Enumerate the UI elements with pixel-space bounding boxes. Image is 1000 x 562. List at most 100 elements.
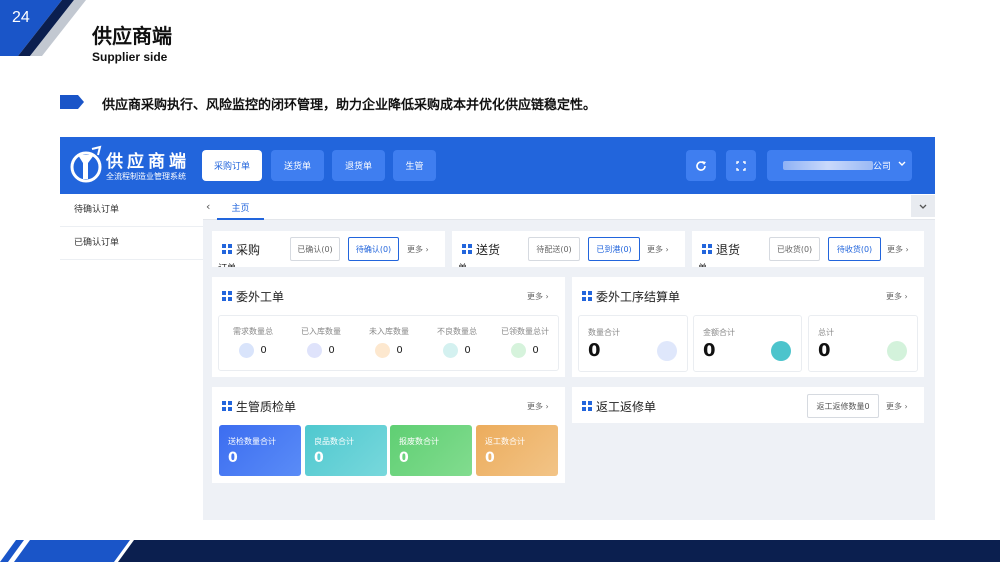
qc-tile-good: 良品数合计 0	[305, 425, 387, 476]
rework-card-title: 返工返修单	[596, 400, 657, 414]
grid-icon	[222, 291, 232, 301]
more-label: 更多	[527, 402, 543, 411]
qc-tile-scrap: 报废数合计 0	[390, 425, 472, 476]
sidebar-item-confirmed-orders[interactable]: 已确认订单	[60, 227, 203, 260]
tab-dropdown-button[interactable]	[911, 195, 935, 217]
nav-return-note[interactable]: 退货单	[332, 150, 385, 181]
settlement-total: 总计 0	[808, 315, 918, 372]
rework-more-link[interactable]: 更多 ›	[886, 401, 908, 412]
yen-icon	[771, 341, 791, 361]
settlement-more-link[interactable]: 更多 ›	[886, 291, 908, 302]
more-label: 更多	[886, 292, 902, 301]
qc-tile-label: 返工数合计	[485, 437, 525, 446]
returns-pending-pill[interactable]: 待收货(0)	[828, 237, 881, 261]
fullscreen-button[interactable]	[726, 150, 756, 181]
stat-value: 0	[396, 345, 403, 356]
settlement-card-title: 委外工序结算单	[596, 290, 681, 304]
delivery-card-title: 送货	[476, 243, 501, 257]
user-company-dropdown[interactable]: 公司	[767, 150, 912, 181]
stat-demand: 需求数量总 0	[219, 326, 287, 358]
more-label: 更多	[407, 245, 423, 254]
returns-card-title-overflow: 单	[698, 261, 707, 267]
nav-delivery-note[interactable]: 送货单	[271, 150, 324, 181]
stat-value: 0	[328, 345, 335, 356]
stat-unstocked: 未入库数量 0	[355, 326, 423, 358]
sum-label: 数量合计	[588, 328, 620, 337]
qc-tile-label: 送检数量合计	[228, 437, 276, 446]
returns-received-pill[interactable]: 已收货(0)	[769, 237, 820, 261]
delivery-more-link[interactable]: 更多 ›	[647, 244, 669, 255]
stat-value: 0	[260, 345, 267, 356]
qc-tile-inspected: 送检数量合计 0	[219, 425, 301, 476]
grid-icon	[222, 401, 232, 411]
nav-production[interactable]: 生管	[393, 150, 436, 181]
stack-icon	[239, 343, 255, 358]
stat-received: 已领数量总计 0	[491, 326, 559, 358]
money-bag-icon	[887, 341, 907, 361]
stat-value: 0	[532, 345, 539, 356]
grid-icon	[582, 401, 592, 411]
stat-label: 已入库数量	[301, 327, 341, 336]
qc-more-link[interactable]: 更多 ›	[527, 401, 549, 412]
bottom-band	[0, 540, 1000, 562]
app-header: 供应商端 全流程制造业管理系统 采购订单 送货单 退货单 生管 公司	[60, 137, 935, 194]
purchase-pending-pill[interactable]: 待确认(0)	[348, 237, 399, 261]
slide-title: 供应商端	[92, 24, 172, 48]
inbox-icon	[307, 343, 323, 358]
refresh-icon	[696, 160, 706, 171]
stat-defective: 不良数量总 0	[423, 326, 491, 358]
qc-tile-value: 0	[314, 450, 324, 466]
bar-chart-icon	[657, 341, 677, 361]
more-label: 更多	[886, 402, 902, 411]
bullet-text: 供应商采购执行、风险监控的闭环管理，助力企业降低采购成本并优化供应链稳定性。	[102, 98, 597, 113]
tab-home[interactable]: 主页	[217, 197, 264, 220]
chart-icon	[443, 343, 459, 358]
outsource-card-title: 委外工单	[236, 290, 285, 304]
settlement-card: 委外工序结算单 更多 › 数量合计 0 金额合计 0 总计 0	[572, 277, 924, 377]
logo-title: 供应商端	[106, 152, 190, 172]
settlement-quantity: 数量合计 0	[578, 315, 688, 372]
more-label: 更多	[527, 292, 543, 301]
purchase-card-title-overflow: 订单	[218, 261, 236, 267]
qc-tile-rework: 返工数合计 0	[476, 425, 558, 476]
stat-value: 0	[464, 345, 471, 356]
fullscreen-icon	[736, 160, 746, 171]
sum-label: 总计	[818, 328, 834, 337]
nav-purchase-order[interactable]: 采购订单	[202, 150, 262, 181]
sum-value: 0	[703, 340, 716, 361]
check-icon	[511, 343, 527, 358]
sidebar: 待确认订单 已确认订单	[60, 194, 203, 520]
settlement-amount: 金额合计 0	[693, 315, 802, 372]
stat-stocked: 已入库数量 0	[287, 326, 355, 358]
app-screenshot: 供应商端 全流程制造业管理系统 采购订单 送货单 退货单 生管 公司 待确认订单…	[60, 137, 935, 520]
outsource-more-link[interactable]: 更多 ›	[527, 291, 549, 302]
purchase-more-link[interactable]: 更多 ›	[407, 244, 429, 255]
purchase-card-title: 采购	[236, 243, 261, 257]
qc-tile-value: 0	[485, 450, 495, 466]
returns-card: 退货 单 已收货(0) 待收货(0) 更多 ›	[692, 231, 924, 267]
more-label: 更多	[647, 245, 663, 254]
refresh-button[interactable]	[686, 150, 716, 181]
redacted-company-name	[783, 161, 873, 170]
company-suffix: 公司	[873, 162, 892, 172]
sum-label: 金额合计	[703, 328, 735, 337]
outsource-stats: 需求数量总 0 已入库数量 0 未入库数量 0 不良数量总 0 已领数量总计 0	[218, 315, 559, 371]
grid-icon	[462, 244, 472, 254]
purchase-card: 采购 订单 已确认(0) 待确认(0) 更多 ›	[212, 231, 445, 267]
bullet-arrow-icon	[60, 95, 84, 109]
outsource-card: 委外工单 更多 › 需求数量总 0 已入库数量 0 未入库数量 0 不良数量总 …	[212, 277, 565, 377]
stat-label: 已领数量总计	[501, 327, 549, 336]
rework-quantity-field[interactable]: 返工返修数量0	[807, 394, 879, 418]
grid-icon	[702, 244, 712, 254]
page-number: 24	[12, 9, 30, 26]
delivery-arrived-pill[interactable]: 已到港(0)	[588, 237, 640, 261]
delivery-card: 送货 单 待配送(0) 已到港(0) 更多 ›	[452, 231, 685, 267]
delivery-pending-pill[interactable]: 待配送(0)	[528, 237, 580, 261]
returns-card-title: 退货	[716, 243, 741, 257]
sidebar-item-pending-orders[interactable]: 待确认订单	[60, 194, 203, 227]
tab-bar: ‹ 主页	[203, 194, 935, 220]
returns-more-link[interactable]: 更多 ›	[887, 244, 909, 255]
purchase-confirmed-pill[interactable]: 已确认(0)	[290, 237, 340, 261]
tab-scroll-left-icon[interactable]: ‹	[206, 200, 210, 213]
logo-subtitle: 全流程制造业管理系统	[106, 172, 186, 181]
